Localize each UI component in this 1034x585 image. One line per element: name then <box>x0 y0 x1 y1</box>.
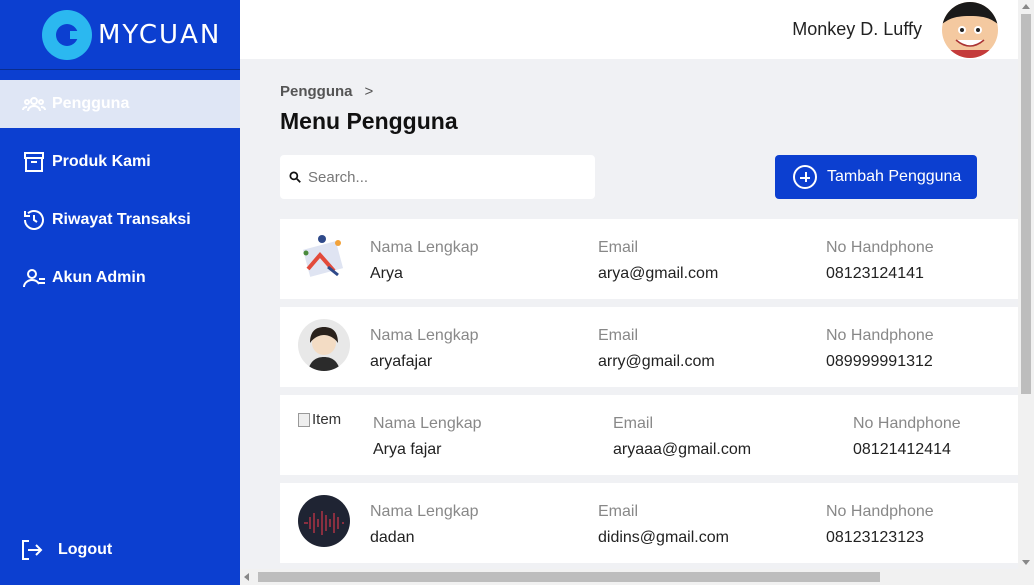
page-title: Menu Pengguna <box>280 108 458 134</box>
name-value: Arya fajar <box>373 441 442 458</box>
add-user-button[interactable]: Tambah Pengguna <box>775 155 977 199</box>
user-avatar <box>298 231 350 283</box>
profile-avatar-image <box>942 2 998 58</box>
sidebar-item-label: Riwayat Transaksi <box>52 211 191 228</box>
email-value: didins@gmail.com <box>598 529 729 546</box>
plus-circle-icon <box>793 165 817 189</box>
name-value: Arya <box>370 265 403 282</box>
name-value: aryafajar <box>370 353 433 370</box>
name-field: Nama Lengkap Arya fajar <box>373 415 482 459</box>
phone-field: No Handphone 08123123123 <box>826 503 934 547</box>
phone-field: No Handphone 08123124141 <box>826 239 934 283</box>
breadcrumb-item[interactable]: Pengguna <box>280 83 353 100</box>
scroll-left-icon[interactable] <box>244 573 249 581</box>
phone-label: No Handphone <box>826 327 934 344</box>
archive-icon <box>24 152 44 172</box>
image-alt-text: Item <box>312 411 342 428</box>
search-box <box>280 155 595 199</box>
sidebar-item-akun-admin[interactable]: Akun Admin <box>0 254 240 302</box>
top-bar: Monkey D. Luffy <box>240 0 1018 59</box>
name-field: Nama Lengkap aryafajar <box>370 327 479 371</box>
broken-image-icon <box>298 412 310 427</box>
history-icon <box>24 210 44 230</box>
user-card[interactable]: Nama Lengkap Arya Email arya@gmail.com N… <box>280 219 1018 299</box>
scroll-down-icon[interactable] <box>1022 560 1030 565</box>
sidebar-nav: Pengguna Produk Kami Riwayat Transaksi A… <box>0 80 240 302</box>
horizontal-scrollbar[interactable] <box>240 569 1018 585</box>
dark-avatar-image <box>298 495 350 547</box>
sidebar: MYCUAN Pengguna Produk Kami Riwayat Tran… <box>0 0 240 585</box>
vertical-scrollbar[interactable] <box>1018 0 1034 585</box>
scroll-up-icon[interactable] <box>1022 4 1030 9</box>
add-user-label: Tambah Pengguna <box>827 168 962 185</box>
user-card[interactable]: Nama Lengkap aryafajar Email arry@gmail.… <box>280 307 1018 387</box>
user-card[interactable]: Item Nama Lengkap Arya fajar Email aryaa… <box>280 395 1018 475</box>
sidebar-item-produk[interactable]: Produk Kami <box>0 138 240 186</box>
phone-label: No Handphone <box>826 239 934 256</box>
logout-icon <box>22 540 43 560</box>
search-icon <box>289 171 301 183</box>
broken-image: Item <box>298 411 341 428</box>
phone-value: 089999991312 <box>826 353 933 370</box>
phone-value: 08121412414 <box>853 441 951 458</box>
name-label: Nama Lengkap <box>370 503 479 520</box>
phone-value: 08123124141 <box>826 265 924 282</box>
name-field: Nama Lengkap dadan <box>370 503 479 547</box>
anime-avatar-image <box>298 319 350 371</box>
logo-icon <box>42 9 92 60</box>
avatar[interactable] <box>942 2 998 58</box>
logout-label: Logout <box>58 541 113 558</box>
user-avatar <box>298 495 350 547</box>
email-label: Email <box>613 415 654 432</box>
name-value: dadan <box>370 529 415 546</box>
phone-value: 08123123123 <box>826 529 924 546</box>
user-admin-icon <box>23 269 45 288</box>
logout-button[interactable]: Logout <box>20 538 112 562</box>
email-value: aryaaa@gmail.com <box>613 441 752 458</box>
logo[interactable]: MYCUAN <box>0 0 240 70</box>
sidebar-item-label: Pengguna <box>52 95 130 112</box>
name-label: Nama Lengkap <box>370 239 479 256</box>
illustration-avatar-image <box>298 231 350 283</box>
phone-field: No Handphone 089999991312 <box>826 327 934 371</box>
sidebar-item-label: Produk Kami <box>52 153 151 170</box>
phone-field: No Handphone 08121412414 <box>853 415 961 459</box>
vertical-scroll-thumb[interactable] <box>1021 14 1031 394</box>
username: Monkey D. Luffy <box>792 19 922 39</box>
phone-label: No Handphone <box>853 415 961 432</box>
email-field: Email didins@gmail.com <box>598 503 729 547</box>
email-value: arya@gmail.com <box>598 265 719 282</box>
email-label: Email <box>598 239 639 256</box>
email-field: Email arry@gmail.com <box>598 327 715 371</box>
breadcrumb-separator: > <box>364 83 374 100</box>
email-field: Email arya@gmail.com <box>598 239 718 283</box>
sidebar-item-label: Akun Admin <box>52 269 146 286</box>
user-card[interactable]: Nama Lengkap dadan Email didins@gmail.co… <box>280 483 1018 563</box>
name-label: Nama Lengkap <box>370 327 479 344</box>
email-label: Email <box>598 503 639 520</box>
sidebar-item-pengguna[interactable]: Pengguna <box>0 80 240 128</box>
sidebar-item-riwayat[interactable]: Riwayat Transaksi <box>0 196 240 244</box>
users-icon <box>22 97 46 112</box>
email-field: Email aryaaa@gmail.com <box>613 415 751 459</box>
phone-label: No Handphone <box>826 503 934 520</box>
breadcrumb: Pengguna > <box>280 83 373 100</box>
email-label: Email <box>598 327 639 344</box>
name-field: Nama Lengkap Arya <box>370 239 479 283</box>
brand-name: MYCUAN <box>98 19 222 50</box>
email-value: arry@gmail.com <box>598 353 715 370</box>
search-input[interactable] <box>308 168 578 186</box>
horizontal-scroll-thumb[interactable] <box>258 572 880 582</box>
user-avatar <box>298 319 350 371</box>
name-label: Nama Lengkap <box>373 415 482 432</box>
